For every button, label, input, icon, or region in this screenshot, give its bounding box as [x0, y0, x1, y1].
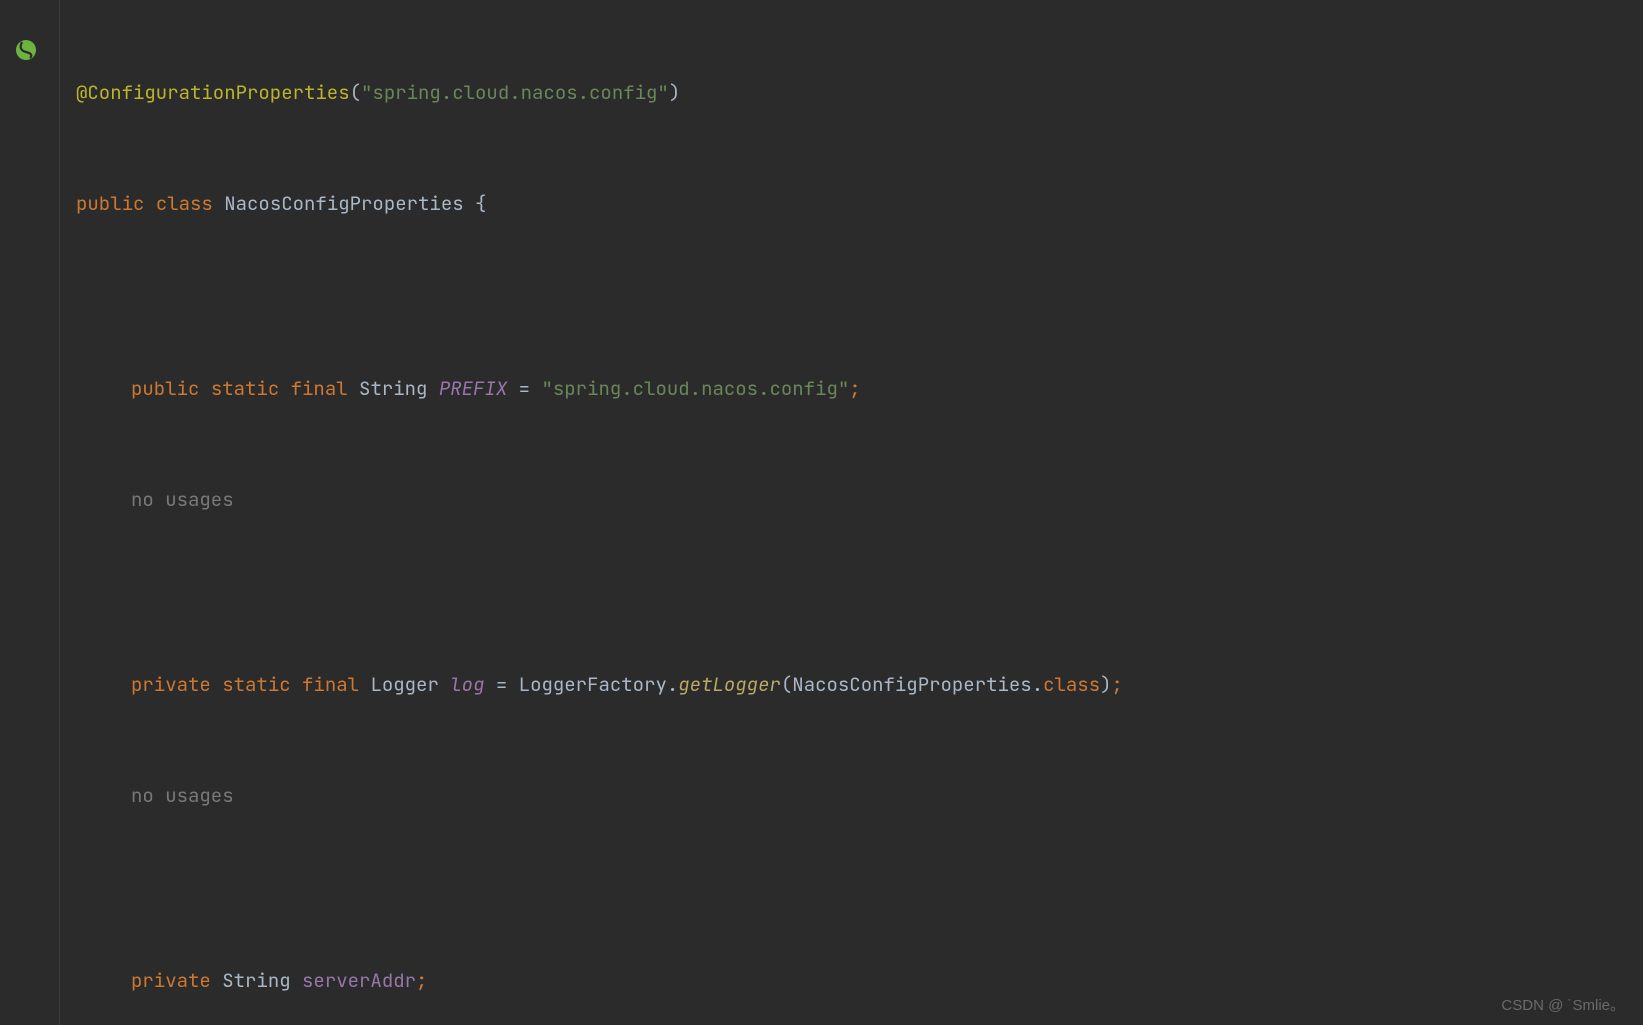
code-line: private static final Logger log = Logger…	[76, 666, 1643, 703]
annotation-value: "spring.cloud.nacos.config"	[361, 74, 669, 111]
annotation: @ConfigurationProperties	[76, 74, 350, 111]
field-name: PREFIX	[439, 370, 507, 407]
field-name: serverAddr	[302, 962, 416, 999]
usages-hint[interactable]: no usages	[76, 777, 1643, 814]
spring-bean-icon[interactable]	[14, 38, 38, 62]
code-line: @ConfigurationProperties("spring.cloud.n…	[76, 74, 1643, 111]
code-area[interactable]: @ConfigurationProperties("spring.cloud.n…	[60, 0, 1643, 1025]
editor-container: @ConfigurationProperties("spring.cloud.n…	[0, 0, 1643, 1025]
usages-hint[interactable]: no usages	[76, 481, 1643, 518]
gutter	[0, 0, 60, 1025]
class-name: NacosConfigProperties	[224, 185, 463, 222]
code-line: public static final String PREFIX = "spr…	[76, 370, 1643, 407]
field-name: log	[450, 666, 484, 703]
code-line: public class NacosConfigProperties {	[76, 185, 1643, 222]
code-line: private String serverAddr;	[76, 962, 1643, 999]
watermark: CSDN @ ˙Smlie。	[1501, 994, 1625, 1015]
